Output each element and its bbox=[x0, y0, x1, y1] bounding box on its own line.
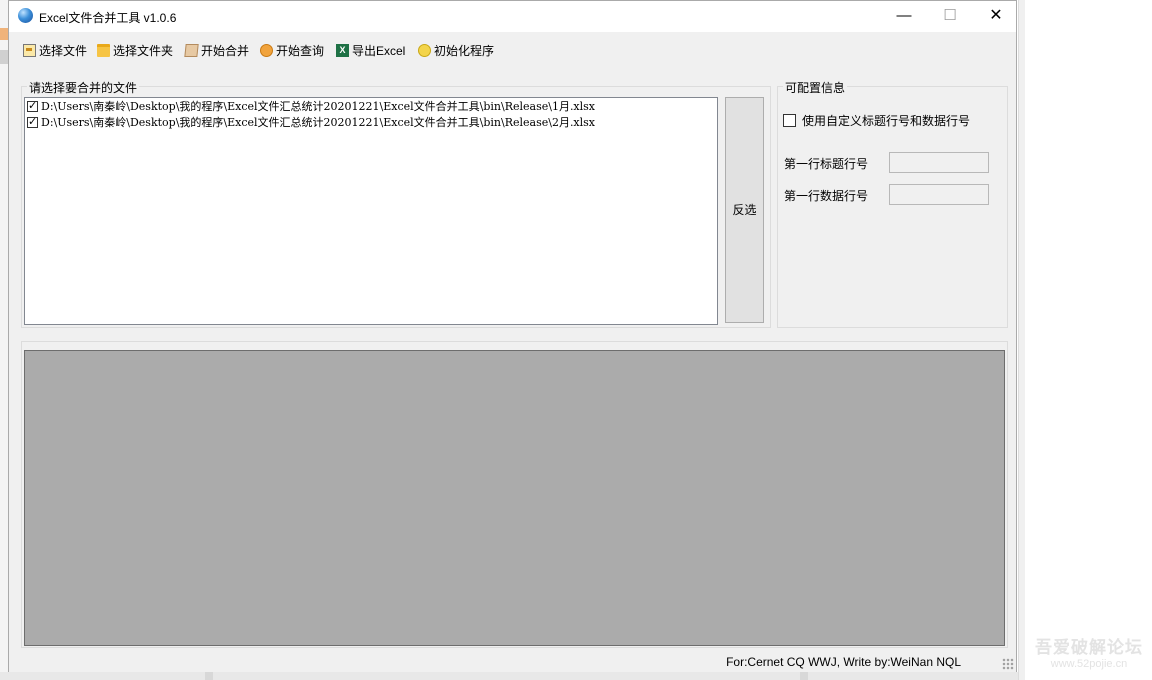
excel-icon: X bbox=[336, 43, 349, 57]
select-folder-button[interactable]: 选择文件夹 bbox=[97, 42, 173, 58]
reset-icon bbox=[418, 43, 431, 57]
file-icon bbox=[23, 43, 36, 57]
file-checkbox[interactable] bbox=[27, 99, 38, 112]
select-file-label: 选择文件 bbox=[39, 43, 88, 58]
file-list-item[interactable]: D:\Users\南秦岭\Desktop\我的程序\Excel文件汇总统计202… bbox=[25, 98, 717, 114]
custom-rows-option[interactable]: 使用自定义标题行号和数据行号 bbox=[783, 112, 970, 129]
select-file-button[interactable]: 选择文件 bbox=[23, 42, 87, 58]
invert-selection-button[interactable]: 反选 bbox=[725, 97, 764, 323]
select-folder-label: 选择文件夹 bbox=[113, 43, 174, 58]
watermark-url: www.52pojie.cn bbox=[1050, 658, 1128, 670]
custom-rows-label: 使用自定义标题行号和数据行号 bbox=[802, 114, 971, 128]
close-button[interactable]: ✕ bbox=[973, 1, 1019, 32]
app-window: Excel文件合并工具 v1.0.6 — ☐ ✕ 选择文件 选择文件夹 开始合并… bbox=[8, 0, 1017, 672]
window-title: Excel文件合并工具 v1.0.6 bbox=[39, 11, 177, 25]
config-group-title: 可配置信息 bbox=[783, 79, 848, 96]
status-text: For:Cernet CQ WWJ, Write by:WeiNan NQL bbox=[726, 655, 961, 669]
title-bar[interactable]: Excel文件合并工具 v1.0.6 — ☐ ✕ bbox=[9, 1, 1016, 32]
custom-rows-checkbox[interactable] bbox=[783, 114, 796, 127]
maximize-button[interactable]: ☐ bbox=[927, 1, 973, 32]
file-checkbox[interactable] bbox=[27, 115, 38, 128]
start-query-button[interactable]: 开始查询 bbox=[260, 42, 324, 58]
start-query-label: 开始查询 bbox=[276, 43, 325, 58]
folder-icon bbox=[97, 43, 110, 57]
toolbar: 选择文件 选择文件夹 开始合并 开始查询 X 导出Excel 初始化程序 bbox=[9, 32, 1016, 66]
data-row-label: 第一行数据行号 bbox=[784, 189, 869, 203]
start-merge-button[interactable]: 开始合并 bbox=[184, 42, 250, 58]
file-path: D:\Users\南秦岭\Desktop\我的程序\Excel文件汇总统计202… bbox=[41, 116, 596, 129]
minimize-button[interactable]: — bbox=[881, 1, 927, 32]
watermark-title: 吾爱破解论坛 bbox=[1035, 638, 1143, 657]
start-merge-label: 开始合并 bbox=[201, 43, 250, 58]
file-path: D:\Users\南秦岭\Desktop\我的程序\Excel文件汇总统计202… bbox=[41, 100, 596, 113]
export-excel-button[interactable]: X 导出Excel bbox=[336, 42, 405, 58]
title-row-input[interactable] bbox=[889, 152, 989, 173]
export-excel-label: 导出Excel bbox=[352, 43, 406, 58]
init-program-button[interactable]: 初始化程序 bbox=[418, 42, 494, 58]
background-desktop-bottom bbox=[0, 672, 1018, 680]
watermark: 吾爱破解论坛 www.52pojie.cn bbox=[1030, 633, 1148, 670]
file-list-item[interactable]: D:\Users\南秦岭\Desktop\我的程序\Excel文件汇总统计202… bbox=[25, 114, 717, 130]
init-program-label: 初始化程序 bbox=[434, 43, 495, 58]
resize-grip-icon[interactable] bbox=[1002, 658, 1014, 670]
background-fragment bbox=[0, 50, 8, 64]
title-row-label: 第一行标题行号 bbox=[784, 157, 869, 171]
merge-box-icon bbox=[184, 43, 199, 57]
files-group-title: 请选择要合并的文件 bbox=[27, 79, 140, 96]
file-checklist[interactable]: D:\Users\南秦岭\Desktop\我的程序\Excel文件汇总统计202… bbox=[24, 97, 718, 325]
background-fragment bbox=[0, 28, 8, 40]
status-bar: For:Cernet CQ WWJ, Write by:WeiNan NQL bbox=[9, 650, 1016, 672]
results-grid-area[interactable] bbox=[24, 350, 1005, 646]
background-desktop-right bbox=[1018, 0, 1025, 680]
data-row-input[interactable] bbox=[889, 184, 989, 205]
background-desktop-left bbox=[0, 0, 8, 680]
search-icon bbox=[260, 43, 273, 57]
globe-icon bbox=[18, 8, 33, 23]
